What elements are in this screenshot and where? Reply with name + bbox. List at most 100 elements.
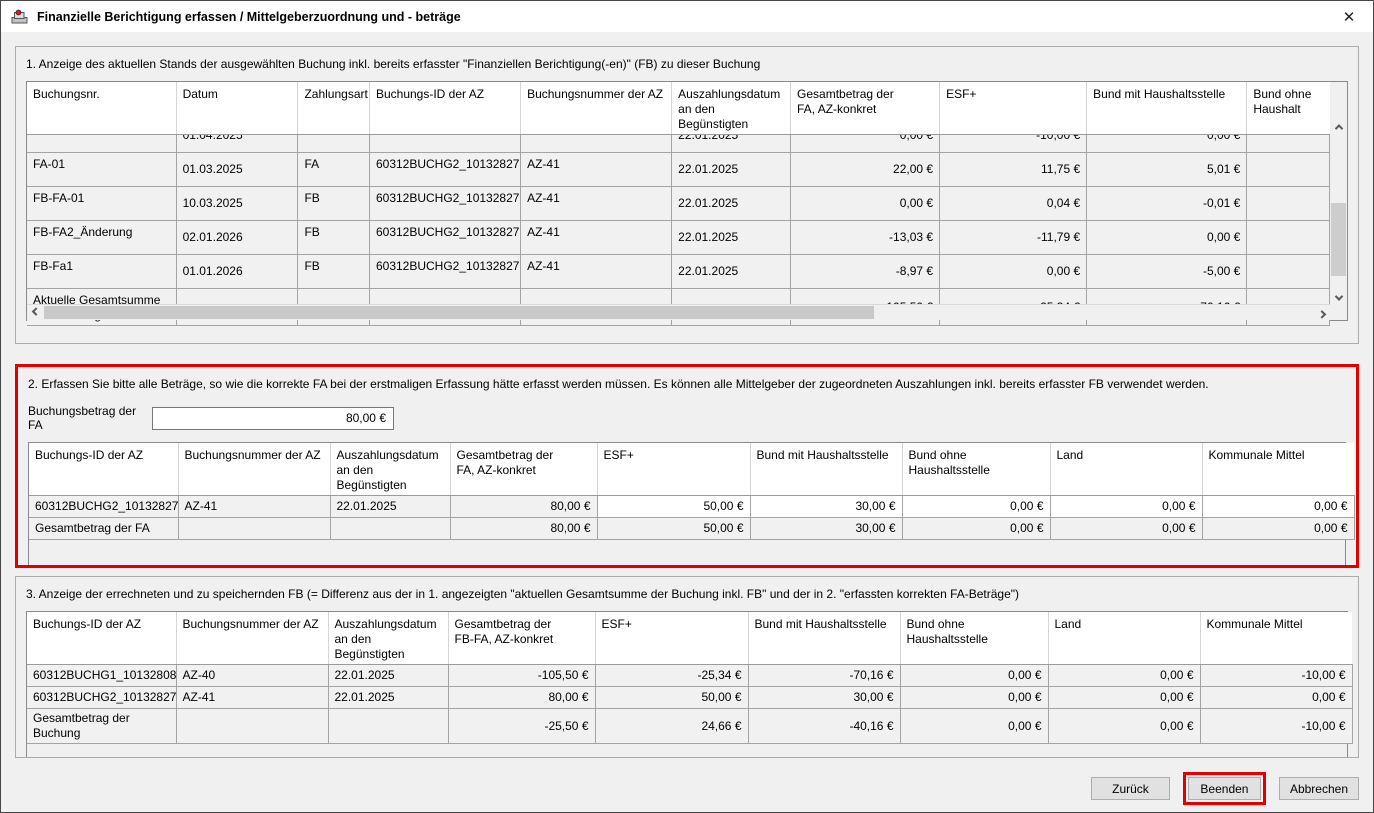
table-cell: 22.01.2025 [672, 255, 791, 289]
app-icon [11, 8, 28, 25]
table-cell: 5,01 € [1087, 153, 1247, 187]
table-cell: 22.01.2025 [672, 135, 791, 153]
window-title: Finanzielle Berichtigung erfassen / Mitt… [37, 10, 1335, 24]
horizontal-scrollbar[interactable] [27, 304, 1330, 320]
table-cell: FA [298, 153, 370, 187]
table-cell: 0,00 € [900, 709, 1048, 744]
table-cell [178, 518, 330, 540]
table-cell [328, 709, 448, 744]
table-cell: AZ-40 [176, 665, 328, 687]
table-cell: -13,03 € [791, 221, 940, 255]
table-cell: 0,00 € [1202, 518, 1354, 540]
table-cell: FB-Fa1 [27, 255, 176, 289]
table-cell: 0,00 € [1200, 687, 1352, 709]
table-cell: 01.01.2026 [176, 255, 298, 289]
table-row: 60312BUCHG2_10132827AZ-4122.01.202580,00… [29, 496, 1354, 518]
close-icon[interactable]: ✕ [1335, 5, 1363, 29]
table-cell: 0,00 € [900, 687, 1048, 709]
column-header: Bund ohne Haushaltsstelle [900, 612, 1048, 665]
table-cell: 0,00 € [902, 518, 1050, 540]
booking-amount-input[interactable] [152, 407, 394, 430]
table-cell: 60312BUCHG2_10132827 [27, 687, 176, 709]
table-cell: AZ-41 [521, 221, 672, 255]
table-cell: 0,00 € [1048, 665, 1200, 687]
table-cell: FB-FA-01 [27, 187, 176, 221]
table-cell: -40,16 € [748, 709, 900, 744]
column-header: Gesamtbetrag der FA, AZ-konkret [450, 443, 597, 496]
table-cell [1247, 255, 1330, 289]
column-header: ESF+ [595, 612, 748, 665]
column-header: ESF+ [940, 82, 1087, 135]
scroll-right-button[interactable] [1313, 305, 1330, 320]
table-cell[interactable]: 0,00 € [902, 496, 1050, 518]
table-cell: AZ-41 [521, 153, 672, 187]
table-cell: FB [298, 221, 370, 255]
column-header: Buchungsnummer der AZ [176, 612, 328, 665]
table-cell: -25,34 € [595, 665, 748, 687]
table-cell: FA-01 [27, 153, 176, 187]
table-cell: 0,00 € [1087, 135, 1247, 153]
section-3-panel: 3. Anzeige der errechneten und zu speich… [15, 576, 1359, 758]
table-cell: 02.01.2026 [176, 221, 298, 255]
table-cell: FB [298, 187, 370, 221]
zurueck-button[interactable]: Zurück [1091, 777, 1170, 800]
table-cell [1247, 135, 1330, 153]
table-row[interactable]: FA-0101.03.2025FA60312BUCHG2_10132827AZ-… [27, 153, 1330, 187]
column-header: Bund ohne Haushalt [1247, 82, 1330, 135]
table-cell: Gesamtbetrag der Buchung [27, 709, 176, 744]
vertical-scroll-thumb[interactable] [1331, 203, 1346, 276]
column-header: Gesamtbetrag der FA, AZ-konkret [791, 82, 940, 135]
table-row[interactable]: FB-FA2_Änderung02.01.2026FB60312BUCHG2_1… [27, 221, 1330, 255]
table-row[interactable]: FB-Fa101.01.2026FB60312BUCHG2_10132827AZ… [27, 255, 1330, 289]
table-cell: -11,79 € [940, 221, 1087, 255]
column-header: Kommunale Mittel [1200, 612, 1352, 665]
table-cell: Gesamtbetrag der FA [29, 518, 178, 540]
table-cell: 60312BUCHG1_10132808 [27, 665, 176, 687]
scrollbar-corner [1330, 304, 1347, 320]
table-cell: 0,00 € [900, 665, 1048, 687]
table-cell: 22.01.2025 [330, 496, 450, 518]
section-2-panel: 2. Erfassen Sie bitte alle Beträge, so w… [15, 364, 1359, 568]
scroll-up-button[interactable] [1330, 118, 1347, 135]
table-cell[interactable]: 0,00 € [1202, 496, 1354, 518]
column-header: Buchungsnummer der AZ [521, 82, 672, 135]
table-cell: -8,97 € [791, 255, 940, 289]
table-cell [27, 135, 176, 153]
table-cell: 22.01.2025 [672, 187, 791, 221]
table-cell: 01.04.2025 [176, 135, 298, 153]
table-row[interactable]: 01.04.202522.01.20250,00 €-10,00 €0,00 € [27, 135, 1330, 153]
table-cell: 22.01.2025 [672, 153, 791, 187]
abbrechen-button[interactable]: Abbrechen [1279, 777, 1359, 800]
scroll-left-button[interactable] [27, 305, 44, 320]
beenden-button[interactable]: Beenden [1188, 777, 1261, 800]
table-cell: FB [298, 255, 370, 289]
dialog-body: 1. Anzeige des aktuellen Stands der ausg… [1, 32, 1373, 812]
table-row: 60312BUCHG1_10132808AZ-4022.01.2025-105,… [27, 665, 1352, 687]
column-header: Land [1048, 612, 1200, 665]
table-row: Gesamtbetrag der FA80,00 €50,00 €30,00 €… [29, 518, 1354, 540]
column-header: Auszahlungsdatum an den Begünstigten [328, 612, 448, 665]
vertical-scrollbar[interactable] [1330, 118, 1347, 306]
table-cell [521, 135, 672, 153]
column-header: Zahlungsart [298, 82, 370, 135]
table-cell[interactable]: 50,00 € [597, 496, 750, 518]
column-header: Bund mit Haushaltsstelle [750, 443, 902, 496]
table-cell [1247, 153, 1330, 187]
horizontal-scroll-thumb[interactable] [44, 306, 874, 319]
table-cell: 0,04 € [940, 187, 1087, 221]
table-cell: -10,00 € [940, 135, 1087, 153]
column-header: Bund mit Haushaltsstelle [1087, 82, 1247, 135]
table-cell: 0,00 € [1048, 687, 1200, 709]
table-cell: AZ-41 [521, 255, 672, 289]
column-header: Buchungsnr. [27, 82, 176, 135]
table-cell[interactable]: 30,00 € [750, 496, 902, 518]
footer-button-bar: Zurück Beenden Abbrechen [15, 772, 1359, 805]
column-header: Auszahlungsdatum an den Begünstigten [330, 443, 450, 496]
table-cell: 0,00 € [1048, 709, 1200, 744]
table-cell [369, 135, 520, 153]
table-cell: 0,00 € [1050, 518, 1202, 540]
table-row[interactable]: FB-FA-0110.03.2025FB60312BUCHG2_10132827… [27, 187, 1330, 221]
table-cell: 22.01.2025 [328, 687, 448, 709]
table-cell[interactable]: 0,00 € [1050, 496, 1202, 518]
table-cell: -10,00 € [1200, 709, 1352, 744]
